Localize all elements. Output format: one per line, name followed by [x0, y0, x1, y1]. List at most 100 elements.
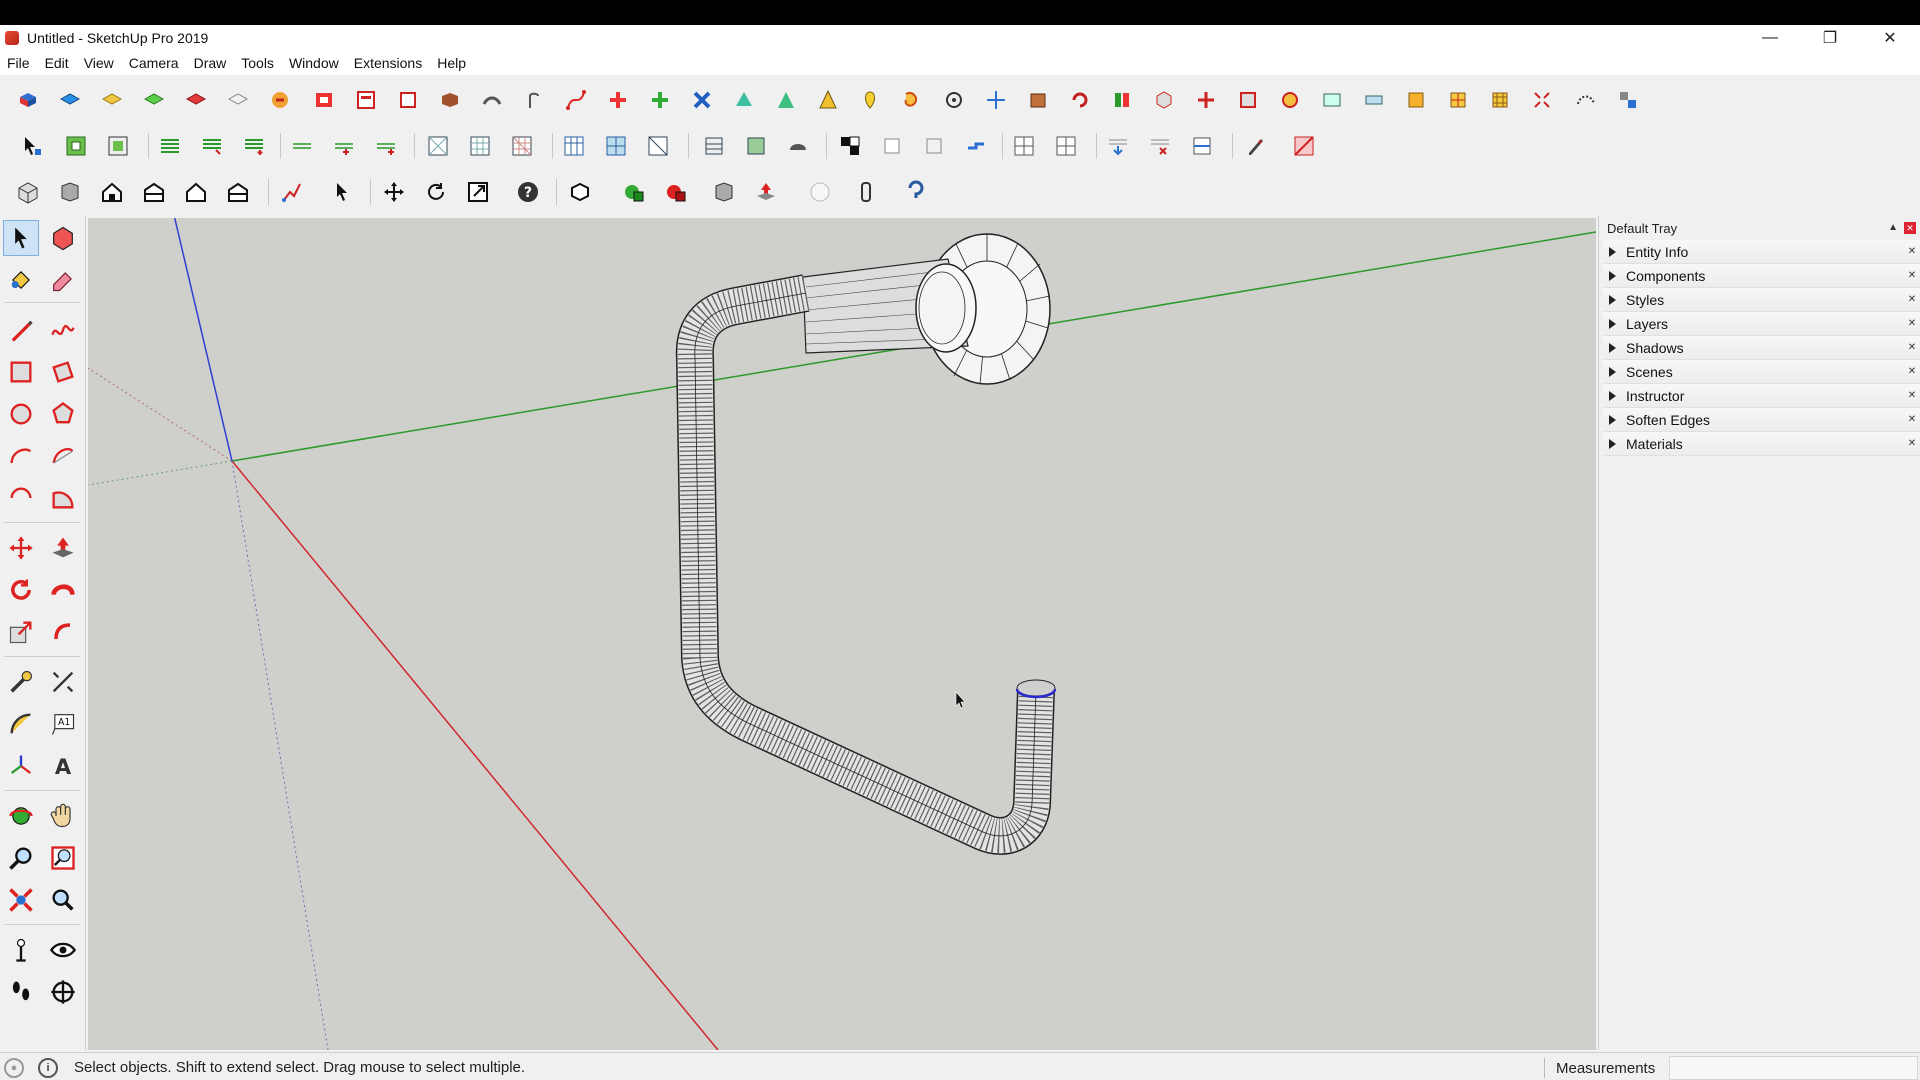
- union-green-icon[interactable]: [620, 178, 648, 206]
- help-icon[interactable]: ?: [514, 178, 542, 206]
- bezier-curve-icon[interactable]: [562, 86, 590, 114]
- push-pull-icon[interactable]: [45, 530, 81, 566]
- edit-path-icon[interactable]: [278, 178, 306, 206]
- section-plane-icon[interactable]: [45, 974, 81, 1010]
- panel-entity-info[interactable]: Entity Info ✕: [1603, 240, 1920, 264]
- align-center-icon[interactable]: [198, 132, 226, 160]
- back-edges-icon[interactable]: [878, 132, 906, 160]
- eraser-icon[interactable]: [45, 262, 81, 298]
- restore-button[interactable]: ❐: [1800, 25, 1860, 51]
- erase-red-icon[interactable]: [1290, 132, 1318, 160]
- sandbox-from-scratch-icon[interactable]: [646, 86, 674, 114]
- rotate-tool-icon[interactable]: [422, 178, 450, 206]
- distribute-c-icon[interactable]: [372, 132, 400, 160]
- fill-clear-icon[interactable]: [1146, 132, 1174, 160]
- paint-fill-icon[interactable]: [1108, 86, 1136, 114]
- component-box-icon[interactable]: [1024, 86, 1052, 114]
- grid-c-icon[interactable]: [644, 132, 672, 160]
- follow-me-icon[interactable]: [266, 86, 294, 114]
- pin-icon[interactable]: ▲: [1888, 222, 1898, 233]
- menu-camera[interactable]: Camera: [122, 55, 187, 71]
- sandbox-from-contours-icon[interactable]: [604, 86, 632, 114]
- extension-c-icon[interactable]: [1234, 86, 1262, 114]
- menu-tools[interactable]: Tools: [234, 55, 282, 71]
- solid-trim-icon[interactable]: [436, 86, 464, 114]
- home-front-icon[interactable]: [98, 178, 126, 206]
- tape-measure-icon[interactable]: [3, 664, 39, 700]
- scale-icon[interactable]: [3, 614, 39, 650]
- grid-a-icon[interactable]: [560, 132, 588, 160]
- solid-union-icon[interactable]: [352, 86, 380, 114]
- panel-components[interactable]: Components ✕: [1603, 264, 1920, 288]
- view-right-icon[interactable]: [140, 86, 168, 114]
- right-view-icon[interactable]: [140, 178, 168, 206]
- 3d-text-icon[interactable]: A: [45, 748, 81, 784]
- menu-file[interactable]: File: [0, 55, 38, 71]
- solid-split-icon[interactable]: [478, 86, 506, 114]
- move-icon[interactable]: [3, 530, 39, 566]
- scale-tool-icon[interactable]: [464, 178, 492, 206]
- previous-view-icon[interactable]: [45, 882, 81, 918]
- align-right-icon[interactable]: [240, 132, 268, 160]
- walk-help-icon[interactable]: [902, 178, 930, 206]
- three-point-arc-icon[interactable]: [3, 480, 39, 516]
- extension-h-icon[interactable]: [1444, 86, 1472, 114]
- smoove-icon[interactable]: [688, 86, 716, 114]
- pencil-red-icon[interactable]: [1242, 132, 1270, 160]
- two-point-arc-icon[interactable]: [45, 438, 81, 474]
- shell-icon[interactable]: [710, 178, 738, 206]
- polygon-icon[interactable]: [45, 396, 81, 432]
- modeling-viewport[interactable]: [88, 218, 1596, 1050]
- drape-icon[interactable]: [772, 86, 800, 114]
- rectangle-icon[interactable]: [3, 354, 39, 390]
- arc-icon[interactable]: [3, 438, 39, 474]
- distribute-a-icon[interactable]: [288, 132, 316, 160]
- xray-icon[interactable]: [836, 132, 864, 160]
- protractor-icon[interactable]: [3, 706, 39, 742]
- hidden-line-icon[interactable]: [962, 132, 990, 160]
- extension-i-icon[interactable]: [1486, 86, 1514, 114]
- align-left-icon[interactable]: [156, 132, 184, 160]
- rotated-rectangle-icon[interactable]: [45, 354, 81, 390]
- subtract-red-icon[interactable]: [662, 178, 690, 206]
- zoom-extents-icon[interactable]: [3, 882, 39, 918]
- close-icon[interactable]: ✕: [1906, 318, 1918, 330]
- minimize-button[interactable]: —: [1740, 25, 1800, 51]
- select-arrow-icon[interactable]: [18, 132, 46, 160]
- distribute-b-icon[interactable]: [330, 132, 358, 160]
- extension-g-icon[interactable]: [1402, 86, 1430, 114]
- section-b-icon[interactable]: [742, 132, 770, 160]
- add-detail-icon[interactable]: [814, 86, 842, 114]
- menu-extensions[interactable]: Extensions: [347, 55, 430, 71]
- view-front-icon[interactable]: [98, 86, 126, 114]
- view-iso-icon[interactable]: [14, 86, 42, 114]
- outer-shell-icon[interactable]: [520, 86, 548, 114]
- freehand-icon[interactable]: [45, 312, 81, 348]
- camera-position-icon[interactable]: [852, 178, 880, 206]
- paint-bucket-icon[interactable]: [3, 262, 39, 298]
- extension-f-icon[interactable]: [1360, 86, 1388, 114]
- toilet-paper-holder-model[interactable]: [675, 233, 1057, 855]
- frame-a-icon[interactable]: [424, 132, 452, 160]
- extension-j-icon[interactable]: [1528, 86, 1556, 114]
- lasso-select-icon[interactable]: [898, 86, 926, 114]
- section-plane-b-icon[interactable]: [1052, 132, 1080, 160]
- fill-down-icon[interactable]: [1104, 132, 1132, 160]
- push-pull-red-icon[interactable]: [752, 178, 780, 206]
- close-icon[interactable]: ✕: [1904, 222, 1916, 234]
- position-camera-icon[interactable]: [3, 932, 39, 968]
- panel-layers[interactable]: Layers ✕: [1603, 312, 1920, 336]
- select-tool-icon[interactable]: [328, 178, 356, 206]
- stamp-icon[interactable]: [730, 86, 758, 114]
- frame-c-icon[interactable]: [508, 132, 536, 160]
- scale-out-icon[interactable]: [104, 132, 132, 160]
- panel-styles[interactable]: Styles ✕: [1603, 288, 1920, 312]
- select-icon[interactable]: [3, 220, 39, 256]
- pan-hand-icon[interactable]: [45, 798, 81, 834]
- close-button[interactable]: ✕: [1860, 25, 1920, 51]
- offset-icon[interactable]: [45, 614, 81, 650]
- panel-scenes[interactable]: Scenes ✕: [1603, 360, 1920, 384]
- back-view-icon[interactable]: [182, 178, 210, 206]
- view-back-icon[interactable]: [182, 86, 210, 114]
- section-c-icon[interactable]: [784, 132, 812, 160]
